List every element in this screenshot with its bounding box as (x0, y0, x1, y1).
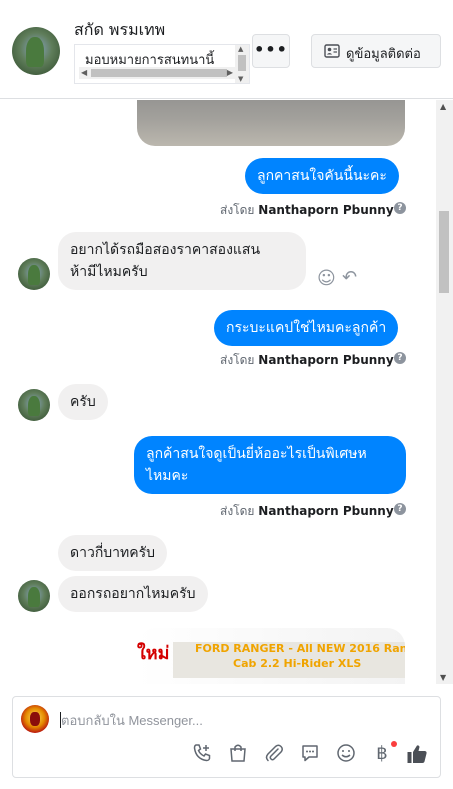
message-line: ห้ามีไหมครับ (70, 264, 148, 280)
sent-by-prefix: ส่งโดย (220, 203, 255, 217)
info-icon[interactable]: ? (394, 352, 406, 364)
new-badge: ใหม่ (137, 643, 170, 664)
message-composer: ฿ (12, 696, 441, 778)
sent-by-prefix: ส่งโดย (220, 353, 255, 367)
message-thread[interactable]: ลูกคาสนใจคันนี้นะคะ ส่งโดย Nanthaporn Pb… (0, 100, 453, 684)
incoming-message[interactable]: ครับ (58, 384, 108, 420)
reply-arrow-icon[interactable]: ↶ (342, 267, 357, 288)
sender-name: Nanthaporn Pbunny (258, 203, 394, 217)
contact-card-icon (324, 44, 340, 58)
more-icon: ••• (254, 40, 288, 59)
thumbs-up-icon[interactable] (406, 743, 428, 765)
contact-avatar-small[interactable] (18, 258, 50, 290)
contact-avatar-small[interactable] (18, 580, 50, 612)
contact-avatar-small[interactable] (18, 389, 50, 421)
sent-by-label: ส่งโดย Nanthaporn Pbunny (220, 201, 394, 220)
speech-bubble-icon[interactable] (299, 743, 321, 765)
scrollbar-thumb[interactable] (439, 211, 449, 293)
message-line: อยากได้รถมือสองราคาสองแสน (70, 242, 261, 258)
outgoing-message[interactable]: ลูกค้าสนใจดูเป็นยี่ห้ออะไรเป็นพิเศษห ไหม… (134, 436, 406, 494)
info-icon[interactable]: ? (394, 503, 406, 515)
assign-horizontal-scrollbar[interactable]: ◀ ▶ (79, 67, 235, 79)
ad-title-line: FORD RANGER - All NEW 2016 Range (195, 642, 405, 655)
view-contact-info-label: ดูข้อมูลติดต่อ (346, 47, 421, 62)
sent-by-prefix: ส่งโดย (220, 504, 255, 518)
scroll-right-arrow-icon[interactable]: ▶ (227, 67, 233, 79)
scrollbar-thumb[interactable] (238, 55, 246, 71)
sender-name: Nanthaporn Pbunny (258, 504, 394, 518)
scrollbar-thumb[interactable] (91, 69, 227, 77)
car-photo-attachment[interactable] (137, 100, 405, 146)
baht-icon[interactable]: ฿ (371, 743, 393, 765)
thread-vertical-scrollbar[interactable]: ▲ ▼ (436, 100, 453, 684)
notification-dot (391, 741, 397, 747)
contact-avatar[interactable] (12, 27, 60, 75)
call-add-icon[interactable] (191, 743, 213, 765)
paperclip-icon[interactable] (263, 743, 285, 765)
emoji-reaction-icon[interactable]: ☺ (317, 268, 336, 289)
shopping-bag-icon[interactable] (227, 743, 249, 765)
emoji-icon[interactable] (335, 743, 357, 765)
scroll-down-arrow-icon[interactable]: ▼ (238, 75, 243, 83)
incoming-message[interactable]: ออกรถอยากไหมครับ (58, 576, 208, 612)
scroll-up-arrow-icon[interactable]: ▲ (238, 45, 243, 53)
ad-title-line: Cab 2.2 Hi-Rider XLS (233, 657, 362, 670)
message-line: ลูกค้าสนใจดูเป็นยี่ห้ออะไรเป็นพิเศษห (146, 446, 367, 462)
conversation-header: สกัด พรมเทพ มอบหมายการสนทนานี้ ◀ ▶ ▲ ▼ •… (0, 0, 453, 99)
scroll-up-arrow-icon[interactable]: ▲ (440, 102, 446, 111)
sender-name: Nanthaporn Pbunny (258, 353, 394, 367)
assign-conversation-dropdown[interactable]: มอบหมายการสนทนานี้ ◀ ▶ ▲ ▼ (74, 44, 250, 84)
sent-by-label: ส่งโดย Nanthaporn Pbunny (220, 502, 394, 521)
message-line: ไหมคะ (146, 468, 189, 484)
view-contact-info-button[interactable]: ดูข้อมูลติดต่อ (311, 34, 441, 68)
outgoing-message[interactable]: กระบะแคปใช่ไหมคะลูกค้า (214, 310, 399, 346)
ford-ranger-ad-attachment[interactable]: ใหม่ FORD RANGER - All NEW 2016 Range Ca… (137, 628, 405, 684)
more-options-button[interactable]: ••• (252, 34, 290, 68)
contact-name[interactable]: สกัด พรมเทพ (74, 18, 165, 43)
scroll-down-arrow-icon[interactable]: ▼ (440, 673, 446, 682)
info-icon[interactable]: ? (394, 202, 406, 214)
assign-vertical-scrollbar[interactable]: ▲ ▼ (235, 45, 249, 83)
sent-by-label: ส่งโดย Nanthaporn Pbunny (220, 351, 394, 370)
incoming-message[interactable]: ดาวกี่บาทครับ (58, 535, 168, 571)
outgoing-message[interactable]: ลูกคาสนใจคันนี้นะคะ (245, 158, 399, 194)
scroll-left-arrow-icon[interactable]: ◀ (81, 67, 87, 79)
page-avatar (21, 705, 49, 733)
incoming-message[interactable]: อยากได้รถมือสองราคาสองแสน ห้ามีไหมครับ (58, 232, 306, 290)
reply-input[interactable] (61, 709, 421, 731)
